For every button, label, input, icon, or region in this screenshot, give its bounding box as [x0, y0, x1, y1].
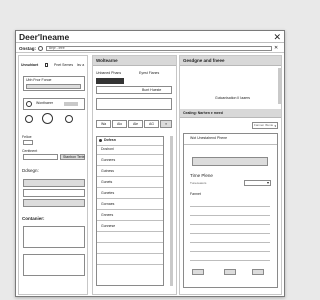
list-item-3[interactable]: Gunets	[101, 180, 112, 184]
segment-2[interactable]: Ale	[128, 120, 143, 128]
record-icon[interactable]	[42, 113, 53, 124]
section2-textarea[interactable]	[23, 226, 85, 248]
right-panel-title: Wot Unestahend Phene	[190, 136, 228, 140]
toggle-bar[interactable]	[64, 102, 78, 106]
middle-select-value: Bunt Hueste	[142, 88, 162, 92]
window-title: Deer'lneame	[19, 32, 70, 42]
middle-panel: Woltearne Unbaned Phans Eyest Fianes Bun…	[92, 55, 177, 295]
right-search-placeholder: Fannen Iftunie	[254, 123, 274, 127]
section1-field-1[interactable]	[23, 179, 85, 187]
lock-icon	[45, 63, 48, 67]
right-field-1[interactable]	[192, 157, 268, 166]
toolbar-input-value: Bepr - ieee	[49, 46, 65, 50]
toggle-label: Wonthaeer	[36, 101, 54, 105]
location-icon	[38, 46, 43, 51]
close-icon[interactable]: ✕	[273, 31, 281, 43]
option-circle-icon[interactable]	[25, 115, 33, 123]
app-window: Deer'lneame ✕ Onstag: Bepr - ieee ✕ Unnu…	[15, 30, 285, 297]
thumb-2[interactable]	[224, 269, 236, 275]
bullet-icon	[99, 139, 102, 142]
field-label: Centtnent	[22, 149, 38, 153]
filter-label: Felioe	[22, 135, 32, 139]
list-item-7[interactable]: Gunnese	[101, 224, 115, 228]
right-field-label: Tirne Plene	[190, 173, 213, 178]
right-search-input[interactable]: Fannen Iftunie ▾	[252, 122, 278, 129]
menu-icon[interactable]: ≡	[160, 120, 172, 128]
right-inner-panel: Wot Unestahend Phene Tirne Plene Tunecea…	[183, 133, 278, 288]
right-section-header: Cealing: Narhen e meed	[180, 109, 281, 118]
radio-icon[interactable]	[26, 101, 32, 107]
field-button[interactable]: Stanbon Terie	[60, 154, 85, 160]
middle-text-block[interactable]	[96, 98, 172, 110]
toolbar: Onstag: Bepr - ieee ✕	[16, 44, 284, 53]
middle-header: Woltearne	[93, 56, 176, 66]
selected-button-label: Ubh Fnor Fonoe	[26, 78, 52, 82]
list-header: Dofesn	[104, 138, 116, 142]
middle-title: Woltearne	[96, 58, 118, 63]
preview-bar	[96, 78, 124, 84]
right-field-sub: Fannet	[190, 192, 201, 196]
right-field-hint: Tuneceaiors	[190, 181, 207, 185]
right-section-title: Cealing: Narhen e meed	[183, 111, 223, 115]
toggle-row[interactable]: Wonthaeer	[23, 98, 85, 110]
toolbar-label: Onstag:	[19, 46, 37, 51]
title-bar: Deer'lneame ✕	[16, 31, 284, 43]
right-scrollbar[interactable]	[278, 68, 281, 104]
segment-3[interactable]: AG	[144, 120, 159, 128]
section1-label: Ddsegn:	[22, 168, 39, 173]
selected-field[interactable]	[26, 84, 81, 89]
middle-select[interactable]: Bunt Hueste	[96, 86, 172, 94]
section2-panel[interactable]	[23, 254, 85, 276]
middle-subtab-0[interactable]: Unbaned Phans	[96, 71, 121, 75]
list-item-4[interactable]: Gunetes	[101, 191, 114, 195]
middle-scrollbar[interactable]	[170, 136, 173, 286]
left-sidebar: Unnuhiaet Pnet Semes lsv a Ubh Fnor Fono…	[18, 55, 88, 295]
sidebar-tab-1[interactable]: Pnet Semes	[54, 63, 73, 67]
middle-list: Dofesn Doshoni Gunnees Gutness Gunets Gu…	[96, 136, 164, 286]
selection-card[interactable]: Ubh Fnor Fonoe	[23, 76, 85, 91]
field-input[interactable]	[23, 154, 58, 160]
field-button-label: Stanbon Terie	[63, 155, 85, 159]
list-item-5[interactable]: Gornaes	[101, 202, 114, 206]
middle-subtab-1[interactable]: Eyest Fianes	[139, 71, 159, 75]
filter-checkbox[interactable]	[23, 140, 33, 145]
search-icon[interactable]	[65, 115, 73, 123]
list-item-2[interactable]: Gutness	[101, 169, 114, 173]
clear-icon[interactable]: ✕	[274, 44, 278, 53]
right-dropdown[interactable]: ▾	[244, 180, 271, 186]
list-item-6[interactable]: Gnnees	[101, 213, 113, 217]
segment-0[interactable]: Wa	[96, 120, 111, 128]
right-caption: Gutcanisation II Iaaers	[215, 96, 251, 100]
dropdown-arrow-icon: ▾	[274, 124, 276, 128]
section2-label: Contanier:	[22, 216, 45, 221]
toolbar-input[interactable]: Bepr - ieee	[46, 46, 272, 51]
right-header: Gesdgne and fneee	[180, 56, 281, 66]
right-panel: Gesdgne and fneee Gutcanisation II Iaaer…	[179, 55, 282, 295]
section1-field-2[interactable]	[23, 189, 85, 197]
right-title: Gesdgne and fneee	[183, 58, 225, 63]
section1-field-3[interactable]	[23, 199, 85, 207]
segment-1[interactable]: Alo	[112, 120, 127, 128]
sidebar-tab-0[interactable]: Unnuhiaet	[21, 63, 38, 67]
thumb-3[interactable]	[252, 269, 264, 275]
list-item-1[interactable]: Gunnees	[101, 158, 115, 162]
sidebar-tab-2[interactable]: lsv a	[77, 63, 84, 67]
thumb-1[interactable]	[192, 269, 204, 275]
list-item-0[interactable]: Doshoni	[101, 147, 114, 151]
chevron-down-icon: ▾	[266, 180, 269, 185]
